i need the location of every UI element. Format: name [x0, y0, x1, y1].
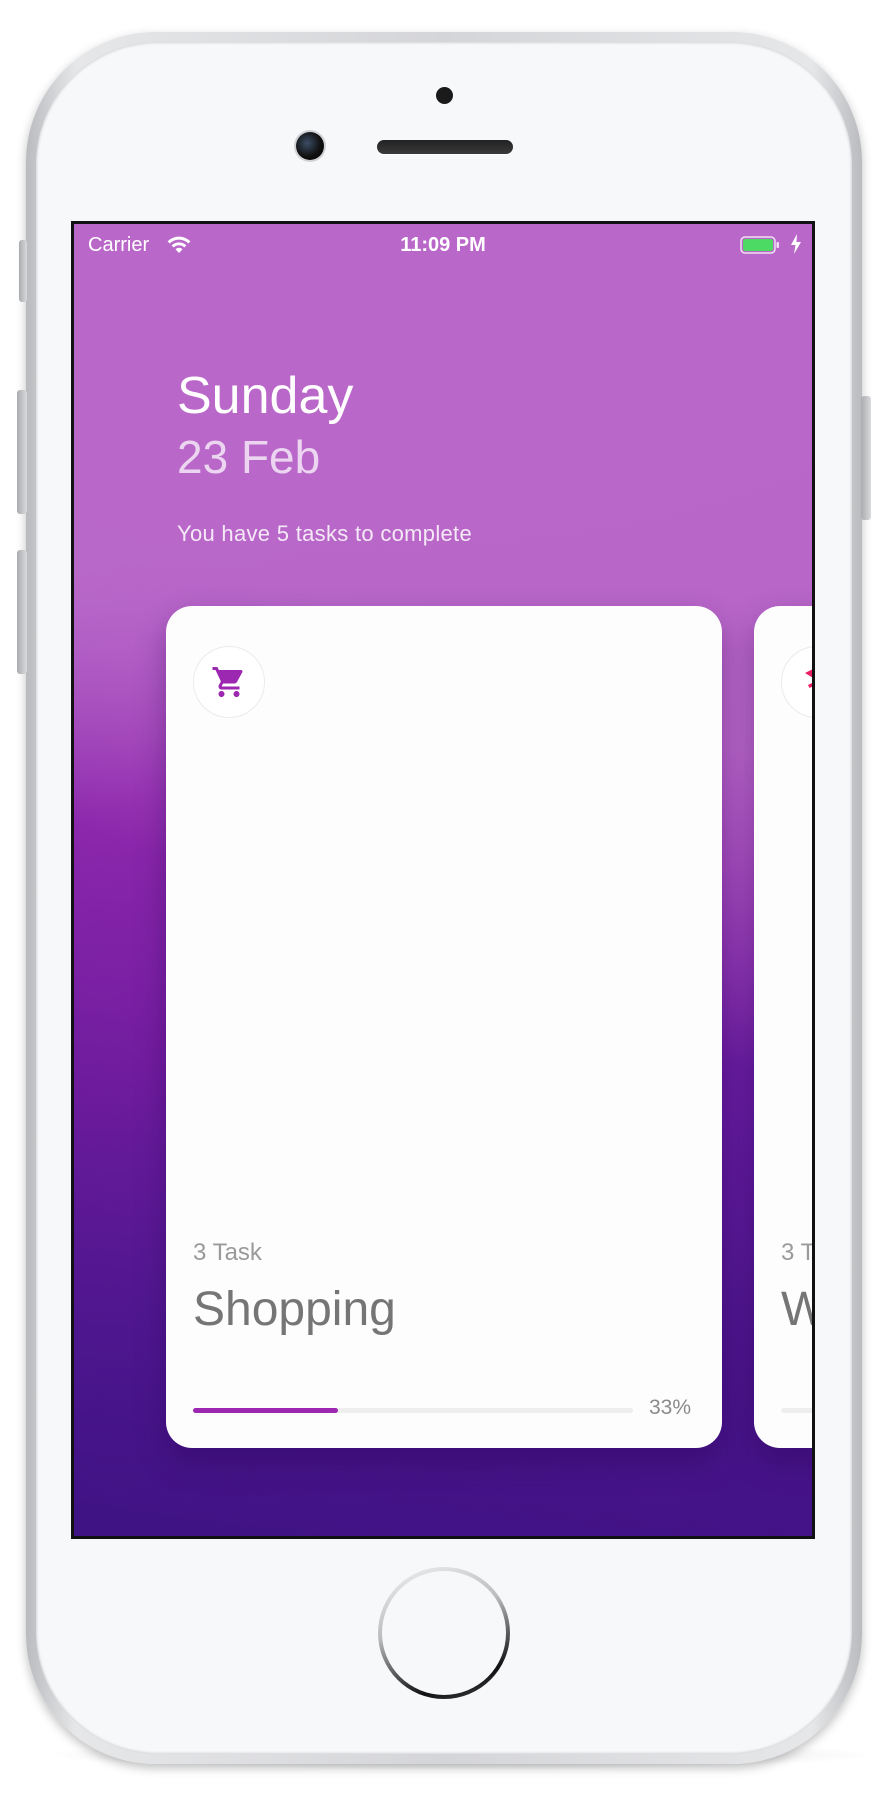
volume-down-button — [17, 550, 27, 674]
card-title: Shopping — [193, 1283, 396, 1336]
mute-switch — [19, 240, 27, 302]
progress-bar — [781, 1408, 812, 1413]
proximity-sensor — [436, 87, 453, 104]
card-icon-badge — [781, 646, 812, 718]
battery-charging-icon — [740, 236, 779, 254]
progress-percent: 33% — [649, 1396, 692, 1419]
progress-bar-fill — [193, 1408, 339, 1413]
header-day: Sunday — [177, 367, 354, 425]
header-date: 23 Feb — [177, 431, 321, 483]
category-icon — [805, 669, 812, 688]
progress-bar — [193, 1408, 633, 1413]
volume-up-button — [17, 390, 27, 514]
front-camera-icon — [296, 132, 324, 160]
card-icon-badge — [193, 646, 265, 718]
device-stage: Carrier 11:09 PM Sunday 23 Feb You have … — [0, 0, 886, 1800]
clock-label: 11:09 PM — [400, 234, 486, 256]
status-bar: Carrier 11:09 PM — [74, 224, 812, 264]
charging-bolt-icon — [791, 234, 801, 254]
home-button[interactable] — [378, 1567, 510, 1699]
category-card-next[interactable]: 3 T W — [754, 606, 812, 1448]
tasks-summary: You have 5 tasks to complete — [177, 521, 472, 546]
power-button — [861, 396, 871, 520]
card-task-count: 3 Task — [193, 1239, 262, 1266]
card-title: W — [781, 1283, 812, 1336]
earpiece-speaker — [377, 140, 513, 154]
app-screen: Carrier 11:09 PM Sunday 23 Feb You have … — [71, 221, 815, 1539]
category-card-shopping[interactable]: 3 Task Shopping 33% — [166, 606, 722, 1448]
card-task-count: 3 T — [781, 1239, 812, 1266]
shopping-cart-icon — [212, 667, 243, 697]
